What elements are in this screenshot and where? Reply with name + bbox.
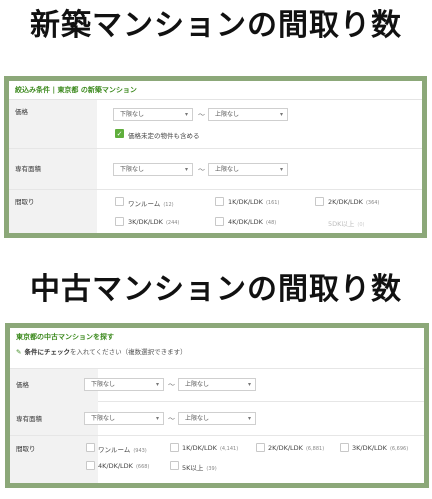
- price-row: 価格 下限なし ▾ 〜 上限なし ▾ ✓ 価格未定の物件も含める: [9, 100, 422, 149]
- layout-checkbox-1k[interactable]: [170, 443, 179, 452]
- layout-label: 間取り: [9, 190, 97, 233]
- chevron-down-icon: ▾: [184, 111, 188, 118]
- layout-checkbox-1k[interactable]: [215, 197, 224, 206]
- range-tilde: 〜: [198, 111, 205, 119]
- layout-checkbox-2k[interactable]: [315, 197, 324, 206]
- layout-option-oneroom: ワンルーム (943): [98, 446, 147, 454]
- price-min-select[interactable]: 下限なし ▾: [113, 108, 193, 121]
- selection-note: ✎ 条件にチェックを入れてください（複数選択できます）: [16, 346, 187, 356]
- price-max-value: 上限なし: [215, 111, 240, 118]
- layout-option-1k: 1K/DK/LDK (161): [228, 198, 280, 206]
- undecided-price-checkbox[interactable]: ✓: [115, 129, 124, 138]
- check-icon: ✓: [116, 130, 123, 138]
- range-tilde: 〜: [198, 166, 205, 174]
- layout-option-oneroom: ワンルーム (12): [128, 200, 174, 208]
- price-max-select[interactable]: 上限なし ▾: [208, 108, 288, 121]
- chevron-down-icon: ▾: [184, 166, 188, 173]
- title-separator: |: [52, 86, 55, 94]
- layout-checkbox-5k[interactable]: [170, 461, 179, 470]
- area-max-select[interactable]: 上限なし ▾: [208, 163, 288, 176]
- chevron-down-icon: ▾: [279, 111, 283, 118]
- area-min-value: 下限なし: [91, 415, 116, 422]
- price-max-value: 上限なし: [185, 381, 210, 388]
- layout-option-5k: 5K以上 (39): [182, 464, 217, 472]
- new-condo-filter-panel: 絞込み条件 | 東京都 の新築マンション 価格 下限なし ▾ 〜 上限なし ▾ …: [4, 76, 427, 238]
- range-tilde: 〜: [168, 381, 175, 389]
- layout-checkbox-4k[interactable]: [86, 461, 95, 470]
- chevron-down-icon: ▾: [279, 166, 283, 173]
- area-max-value: 上限なし: [215, 166, 240, 173]
- layout-option-2k: 2K/DK/LDK (364): [328, 198, 380, 206]
- price-min-value: 下限なし: [91, 381, 116, 388]
- filter-area-label: 東京都 の新築マンション: [57, 86, 137, 94]
- layout-row: 間取り ワンルーム (943) 1K/DK/LDK (4,141) 2K/DK/LD…: [10, 436, 424, 483]
- area-row: 専有面積 下限なし ▾ 〜 上限なし ▾: [9, 149, 422, 190]
- price-min-value: 下限なし: [120, 111, 145, 118]
- price-label: 価格: [9, 100, 97, 148]
- heading-new-condo-layouts: 新築マンションの間取り数: [30, 8, 402, 43]
- layout-checkbox-4k[interactable]: [215, 217, 224, 226]
- note-text: を入れてください（複数選択できます）: [69, 348, 187, 356]
- chevron-down-icon: ▾: [155, 415, 159, 422]
- area-max-value: 上限なし: [185, 415, 210, 422]
- area-label: 専有面積: [9, 149, 97, 189]
- layout-label: 間取り: [10, 436, 98, 483]
- layout-row: 間取り ワンルーム (12) 1K/DK/LDK (161) 2K/DK/LDK (3…: [9, 190, 422, 233]
- layout-option-3k: 3K/DK/LDK (244): [128, 218, 180, 226]
- layout-checkbox-oneroom[interactable]: [86, 443, 95, 452]
- layout-checkbox-oneroom[interactable]: [115, 197, 124, 206]
- chevron-down-icon: ▾: [247, 415, 251, 422]
- layout-option-3k: 3K/DK/LDK (6,696): [352, 444, 409, 452]
- undecided-price-label: 価格未定の物件も含める: [128, 132, 200, 140]
- layout-option-5dk: 5DK以上 (0): [328, 220, 365, 228]
- used-condo-filter-panel: 東京都の中古マンションを探す ✎ 条件にチェックを入れてください（複数選択できます…: [5, 323, 429, 488]
- price-min-select[interactable]: 下限なし ▾: [84, 378, 164, 391]
- price-row: 価格 下限なし ▾ 〜 上限なし ▾: [10, 368, 424, 402]
- heading-used-condo-layouts: 中古マンションの間取り数: [30, 272, 402, 307]
- note-emphasis: 条件にチェック: [24, 348, 70, 356]
- panel-title: 絞込み条件 | 東京都 の新築マンション: [9, 81, 422, 100]
- filter-conditions-label: 絞込み条件: [15, 86, 50, 94]
- layout-option-1k: 1K/DK/LDK (4,141): [182, 444, 239, 452]
- layout-option-4k: 4K/DK/LDK (668): [98, 462, 150, 470]
- area-min-select[interactable]: 下限なし ▾: [113, 163, 193, 176]
- layout-checkbox-3k[interactable]: [115, 217, 124, 226]
- price-max-select[interactable]: 上限なし ▾: [178, 378, 256, 391]
- range-tilde: 〜: [168, 415, 175, 423]
- area-min-value: 下限なし: [120, 166, 145, 173]
- panel-title: 東京都の中古マンションを探す: [16, 333, 114, 341]
- chevron-down-icon: ▾: [155, 381, 159, 388]
- layout-checkbox-3k[interactable]: [340, 443, 349, 452]
- area-max-select[interactable]: 上限なし ▾: [178, 412, 256, 425]
- layout-option-2k: 2K/DK/LDK (6,881): [268, 444, 325, 452]
- layout-option-4k: 4K/DK/LDK (48): [228, 218, 277, 226]
- area-row: 専有面積 下限なし ▾ 〜 上限なし ▾: [10, 401, 424, 436]
- pencil-icon: ✎: [16, 348, 22, 356]
- layout-checkbox-2k[interactable]: [256, 443, 265, 452]
- chevron-down-icon: ▾: [247, 381, 251, 388]
- area-min-select[interactable]: 下限なし ▾: [84, 412, 164, 425]
